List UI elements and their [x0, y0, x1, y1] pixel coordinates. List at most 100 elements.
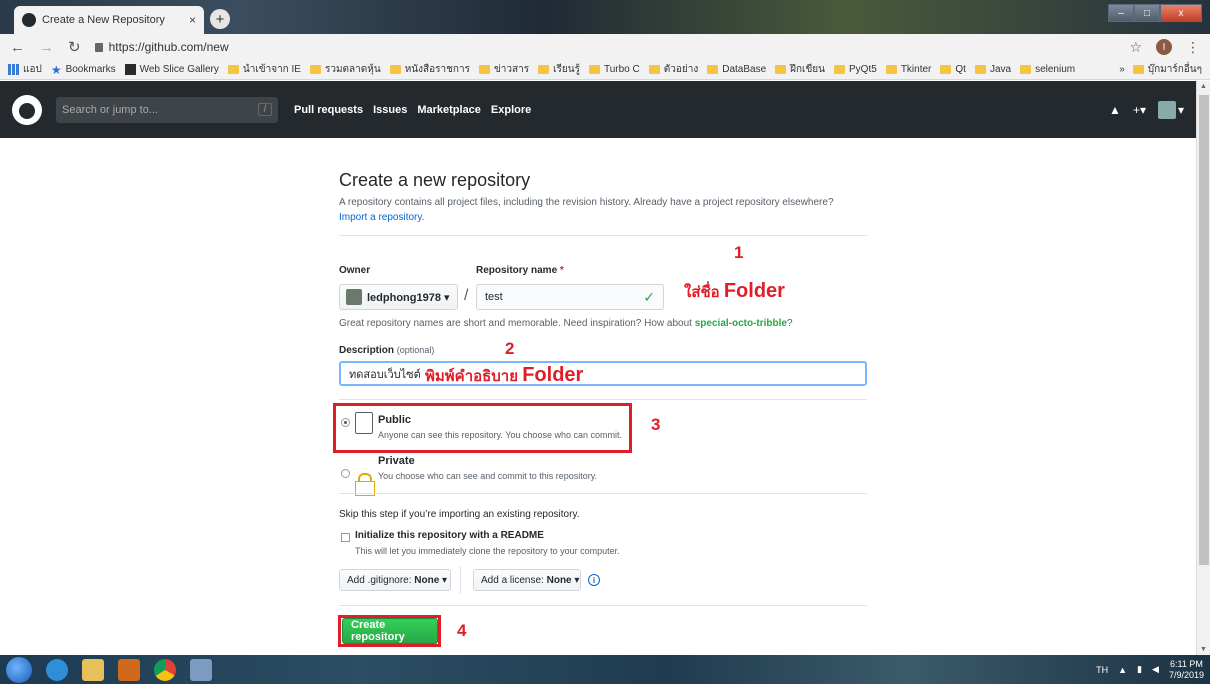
github-header: Search or jump to... / Pull requests Iss… [0, 81, 1196, 138]
screen: Create a New Repository × + – □ x ← → ↻ … [0, 0, 1210, 684]
language-indicator[interactable]: TH [1096, 665, 1108, 675]
scroll-up-icon[interactable]: ▲ [1200, 83, 1207, 90]
maximize-button[interactable]: □ [1134, 4, 1160, 22]
folder-icon [775, 65, 787, 74]
chrome-icon[interactable] [154, 658, 176, 681]
internet-explorer-icon[interactable] [46, 658, 68, 681]
bookmark-folder[interactable]: ตัวอย่าง [648, 62, 698, 77]
new-tab-button[interactable]: + [210, 9, 230, 29]
bookmark-folder[interactable]: Java [974, 64, 1011, 75]
volume-icon[interactable]: ◀ [1152, 664, 1159, 675]
readme-checkbox[interactable] [341, 533, 350, 542]
omnibox[interactable]: https://github.com/new [94, 37, 1116, 57]
nav-explore[interactable]: Explore [491, 104, 531, 116]
name-suggestion-link[interactable]: special-octo-tribble [695, 318, 787, 329]
divider [339, 493, 867, 494]
vertical-scrollbar[interactable]: ▲ ▼ [1196, 81, 1210, 655]
clock[interactable]: 6:11 PM 7/9/2019 [1169, 659, 1204, 681]
bookmark-folder[interactable]: DataBase [707, 64, 766, 75]
private-description: You choose who can see and commit to thi… [378, 471, 598, 481]
scrollbar-thumb[interactable] [1199, 95, 1209, 565]
bookmark-folder[interactable]: Turbo C [588, 64, 640, 75]
start-button[interactable] [6, 656, 32, 683]
bookmark-folder[interactable]: selenium [1020, 64, 1075, 75]
folder-icon [707, 65, 719, 74]
bookmark-folder[interactable]: ข่าวสาร [478, 62, 529, 77]
lock-icon [355, 473, 375, 496]
forward-arrow-icon[interactable]: → [39, 39, 54, 56]
bookmark-apps[interactable]: แอป [8, 62, 42, 77]
folder-icon [885, 65, 897, 74]
network-icon[interactable]: ▮ [1137, 664, 1142, 675]
paint-icon[interactable] [190, 658, 212, 681]
github-logo-icon[interactable] [12, 94, 42, 125]
plus-dropdown-icon[interactable]: +▾ [1133, 103, 1146, 117]
github-favicon-icon [22, 13, 36, 27]
divider [339, 235, 867, 236]
bookmark-folder[interactable]: เรียนรู้ [538, 62, 580, 77]
readme-title: Initialize this repository with a README [355, 530, 544, 541]
bookmark-item[interactable]: ★ Bookmarks [51, 63, 116, 77]
user-menu[interactable]: ▾ [1157, 100, 1184, 119]
repo-name-input[interactable]: test ✓ [476, 284, 664, 310]
reload-icon[interactable]: ↻ [68, 38, 81, 56]
bookmark-folder[interactable]: Tkinter [885, 64, 931, 75]
folder-icon [227, 65, 239, 74]
bookmark-folder[interactable]: รวมตลาดหุ้น [309, 62, 381, 77]
profile-avatar[interactable]: I [1156, 39, 1172, 55]
annotation-folder-description: พิมพ์คำอธิบาย Folder [425, 364, 584, 386]
folder-icon [588, 65, 600, 74]
nav-issues[interactable]: Issues [373, 104, 407, 116]
bookmark-item[interactable]: Web Slice Gallery [124, 64, 219, 75]
menu-kebab-icon[interactable]: ⋮ [1186, 39, 1200, 56]
page-subtitle: A repository contains all project files,… [339, 197, 834, 223]
close-window-button[interactable]: x [1160, 4, 1202, 22]
bookmark-folder[interactable]: PyQt5 [834, 64, 877, 75]
skip-text: Skip this step if you’re importing an ex… [339, 509, 580, 520]
file-explorer-icon[interactable] [82, 658, 104, 681]
scroll-down-icon[interactable]: ▼ [1200, 646, 1207, 653]
avatar [1157, 100, 1176, 119]
annotation-number-1: 1 [734, 243, 744, 262]
bookmark-folder[interactable]: หนังสือราชการ [389, 62, 470, 77]
windows-taskbar: TH ▲ ▮ ◀ 6:11 PM 7/9/2019 [0, 655, 1210, 684]
info-icon[interactable]: i [588, 574, 600, 586]
readme-description: This will let you immediately clone the … [355, 546, 620, 556]
apps-grid-icon [8, 64, 19, 75]
import-repo-link[interactable]: Import a repository. [339, 212, 424, 223]
tray-expand-icon[interactable]: ▲ [1118, 665, 1127, 675]
tab-close-icon[interactable]: × [189, 13, 196, 27]
bookmarks-more-icon[interactable]: » [1119, 64, 1125, 75]
page-title: Create a new repository [339, 170, 531, 190]
bell-icon[interactable]: ▲ [1109, 103, 1121, 117]
check-icon: ✓ [643, 288, 655, 305]
description-label: Description (optional) [339, 345, 435, 356]
annotation-number-2: 2 [505, 339, 515, 358]
gitignore-select[interactable]: Add .gitignore: None ▾ [339, 569, 451, 591]
folder-icon [309, 65, 321, 74]
bookmarks-bar: แอป ★ Bookmarks Web Slice Gallery นำเข้าจ… [0, 60, 1210, 80]
annotation-box-create [338, 615, 441, 647]
repo-name-hint: Great repository names are short and mem… [339, 318, 793, 329]
nav-marketplace[interactable]: Marketplace [417, 104, 481, 116]
url-text: https://github.com/new [108, 40, 229, 54]
bookmark-folder[interactable]: Qt [940, 64, 966, 75]
private-radio[interactable] [341, 469, 350, 478]
bookmark-folder[interactable]: นำเข้าจาก IE [227, 62, 301, 77]
browser-tab[interactable]: Create a New Repository × [14, 6, 204, 34]
owner-select[interactable]: ledphong1978 ▾ [339, 284, 458, 310]
other-bookmarks[interactable]: บุ๊กมาร์กอื่นๆ [1132, 62, 1202, 77]
folder-icon [1132, 65, 1144, 74]
owner-slash: / [464, 287, 469, 304]
media-player-icon[interactable] [118, 658, 140, 681]
description-input[interactable]: ทดสอบเว็บไซต์ [339, 361, 867, 386]
bookmark-star-icon[interactable]: ☆ [1129, 39, 1142, 56]
license-select[interactable]: Add a license: None ▾ [473, 569, 581, 591]
nav-pull-requests[interactable]: Pull requests [294, 104, 363, 116]
bookmark-folder[interactable]: ฝึกเขียน [775, 62, 825, 77]
back-arrow-icon[interactable]: ← [10, 39, 25, 56]
folder-icon [478, 65, 490, 74]
search-input[interactable]: Search or jump to... / [56, 96, 278, 123]
annotation-box-public [333, 403, 632, 453]
minimize-button[interactable]: – [1108, 4, 1134, 22]
